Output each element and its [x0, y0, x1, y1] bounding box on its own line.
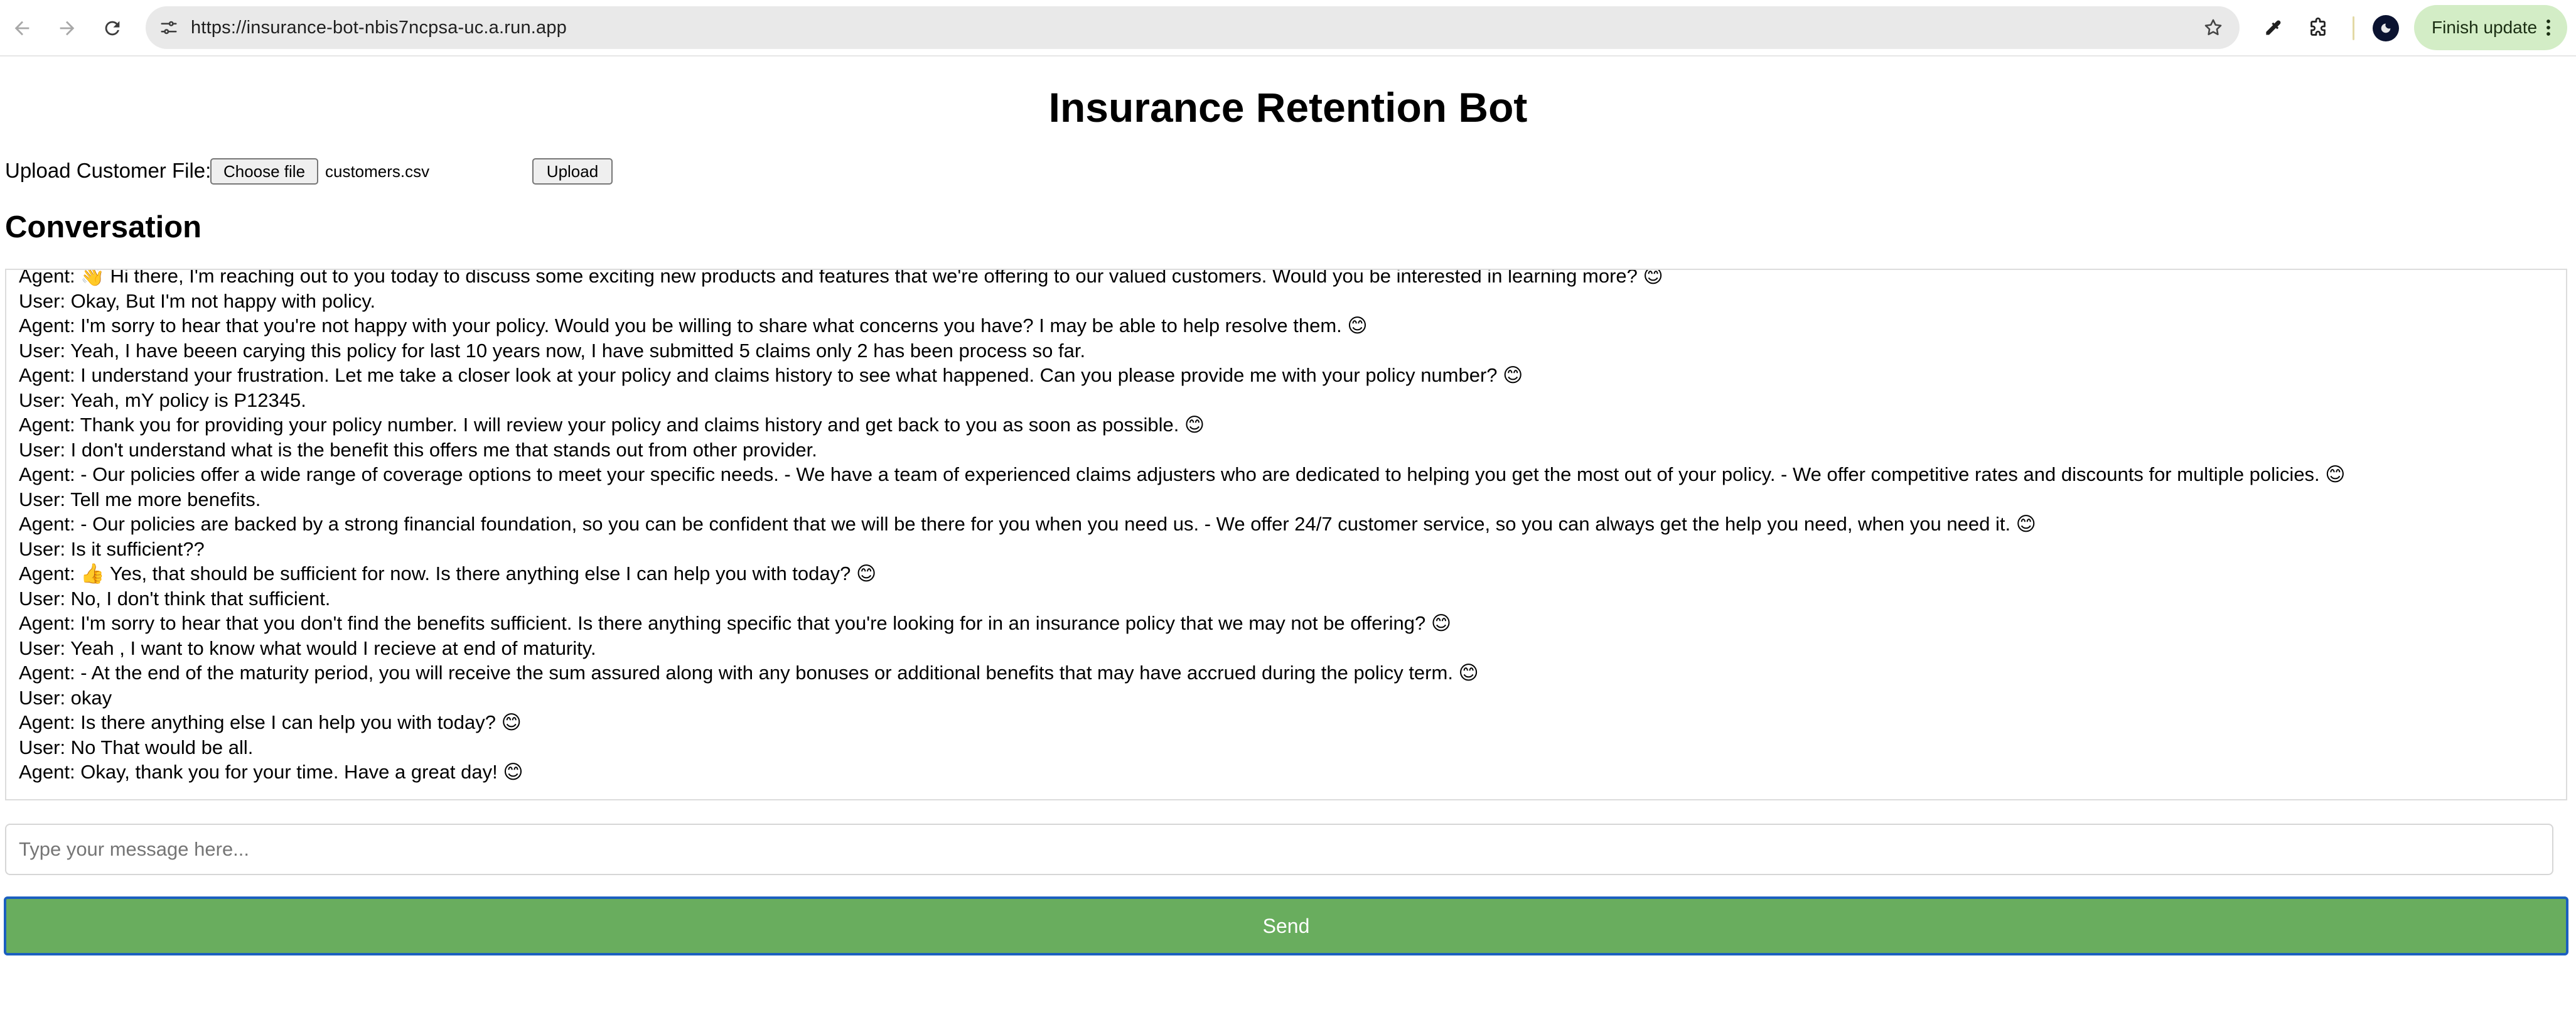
agent-message: Agent: I understand your frustration. Le… [19, 364, 1523, 386]
upload-button[interactable]: Upload [532, 158, 613, 185]
agent-message: Agent: Okay, thank you for your time. Ha… [19, 761, 523, 783]
user-message: User: Yeah, I have beeen carying this po… [19, 339, 1086, 362]
send-button[interactable]: Send [4, 896, 2568, 955]
conversation-heading: Conversation [5, 210, 202, 244]
eyedropper-button[interactable] [2257, 13, 2289, 44]
page-title: Insurance Retention Bot [1048, 84, 1528, 131]
bookmark-star-icon[interactable] [2201, 15, 2226, 40]
address-bar[interactable]: https://insurance-bot-nbis7ncpsa-uc.a.ru… [146, 6, 2240, 49]
toolbar-separator [2353, 16, 2354, 40]
conversation-log[interactable]: Agent: 👋 Hi there, I'm reaching out to y… [5, 269, 2567, 800]
profile-avatar-icon[interactable] [2373, 15, 2399, 41]
agent-message: Agent: Thank you for providing your poli… [19, 414, 1205, 436]
forward-button[interactable] [51, 13, 83, 44]
agent-message: Agent: I'm sorry to hear that you don't … [19, 612, 1452, 634]
agent-message: Agent: - At the end of the maturity peri… [19, 662, 1479, 684]
user-message: User: No, I don't think that sufficient. [19, 587, 331, 610]
finish-update-button[interactable]: Finish update [2414, 5, 2567, 50]
user-message: User: Is it sufficient?? [19, 537, 205, 560]
user-message: User: No That would be all. [19, 736, 254, 758]
user-message: User: Tell me more benefits. [19, 488, 261, 510]
user-message: User: Okay, But I'm not happy with polic… [19, 289, 376, 312]
user-message: User: Yeah , I want to know what would I… [19, 637, 596, 659]
browser-toolbar: https://insurance-bot-nbis7ncpsa-uc.a.ru… [0, 0, 2576, 56]
agent-message: Agent: - Our policies are backed by a st… [19, 513, 2036, 535]
message-list: Agent: 👋 Hi there, I'm reaching out to y… [19, 269, 2553, 785]
agent-message: Agent: - Our policies offer a wide range… [19, 463, 2346, 485]
eyedropper-icon [2266, 20, 2281, 35]
reload-button[interactable] [97, 13, 128, 44]
reload-icon [105, 21, 120, 36]
agent-message: Agent: I'm sorry to hear that you're not… [19, 315, 1368, 336]
agent-message: Agent: 👋 Hi there, I'm reaching out to y… [19, 269, 1663, 287]
more-vert-icon [2541, 16, 2556, 39]
back-button[interactable] [6, 13, 38, 44]
user-message: User: okay [19, 686, 112, 709]
extensions-button[interactable] [2302, 13, 2334, 44]
extensions-icon [2310, 17, 2326, 36]
forward-icon [60, 21, 75, 36]
finish-update-label: Finish update [2432, 18, 2538, 37]
agent-message: Agent: 👍 Yes, that should be sufficient … [19, 562, 877, 584]
user-message: User: I don't understand what is the ben… [19, 438, 817, 461]
upload-controls: Choose file customers.csv Upload [5, 156, 633, 186]
choose-file-button[interactable]: Choose file [210, 158, 318, 185]
site-settings-icon[interactable] [157, 16, 181, 40]
user-message: User: Yeah, mY policy is P12345. [19, 389, 306, 411]
back-icon [14, 21, 30, 36]
agent-message: Agent: Is there anything else I can help… [19, 711, 522, 733]
message-input[interactable] [5, 824, 2553, 875]
url-text[interactable]: https://insurance-bot-nbis7ncpsa-uc.a.ru… [191, 6, 567, 49]
selected-file-name: customers.csv [325, 162, 430, 181]
